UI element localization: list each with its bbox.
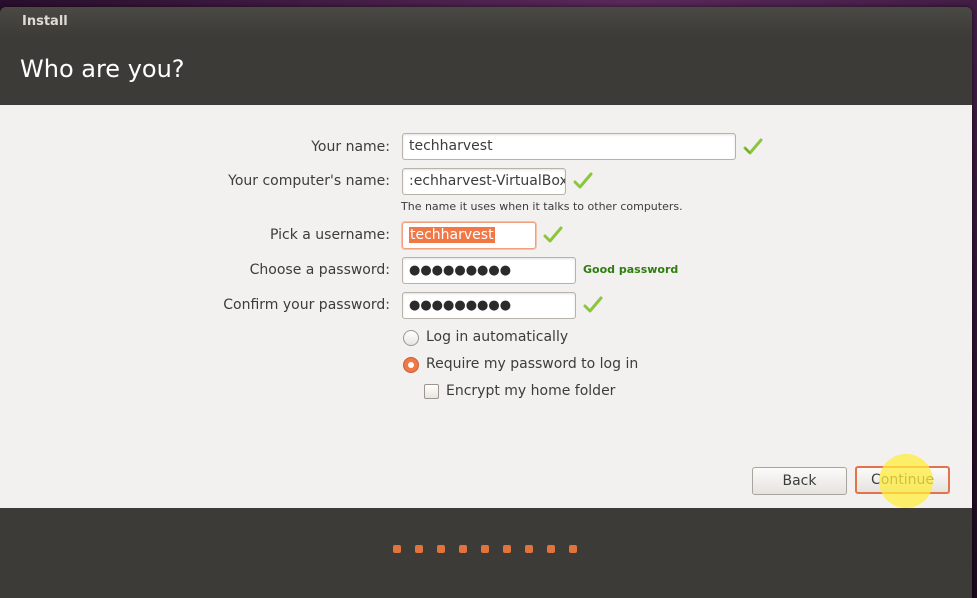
login-automatically-label[interactable]: Log in automatically [426,329,568,345]
username-field[interactable]: techharvest [402,222,536,249]
username-value: techharvest [409,227,495,243]
window-title: Install [0,7,972,37]
progress-step-dot [437,545,445,553]
password-label: Choose a password: [249,262,390,278]
confirm-password-field[interactable]: ●●●●●●●●● [402,292,576,319]
progress-step-dot [503,545,511,553]
encrypt-home-label[interactable]: Encrypt my home folder [446,383,615,399]
progress-step-dot [393,545,401,553]
computer-name-hint: The name it uses when it talks to other … [401,200,683,213]
installer-window: Install Who are you? Your name: techharv… [0,7,972,598]
progress-dots [393,545,577,553]
password-field[interactable]: ●●●●●●●●● [402,257,576,284]
progress-step-dot [459,545,467,553]
your-name-checkmark-icon [743,138,763,155]
progress-footer [0,508,972,598]
computer-name-field[interactable]: :echharvest-VirtualBox [402,168,566,195]
page-title: Who are you? [20,55,185,83]
confirm-password-checkmark-icon [583,296,603,313]
your-name-field[interactable]: techharvest [402,133,736,160]
progress-step-dot [415,545,423,553]
back-button[interactable]: Back [752,467,847,495]
your-name-label: Your name: [311,139,390,155]
require-password-radio[interactable] [403,357,419,373]
progress-step-dot [569,545,577,553]
progress-step-dot [481,545,489,553]
password-strength: Good password [583,263,679,276]
login-automatically-radio[interactable] [403,330,419,346]
encrypt-home-checkbox[interactable] [424,384,439,399]
confirm-password-value: ●●●●●●●●● [409,298,512,313]
confirm-password-label: Confirm your password: [223,297,390,313]
username-checkmark-icon [543,226,563,243]
form-panel: Your name: techharvest Your computer's n… [0,105,972,508]
computer-name-checkmark-icon [573,172,593,189]
progress-step-dot [525,545,533,553]
username-label: Pick a username: [269,227,390,243]
require-password-label[interactable]: Require my password to log in [426,356,638,372]
continue-button[interactable]: Continue [855,466,950,494]
progress-step-dot [547,545,555,553]
computer-name-label: Your computer's name: [228,173,390,189]
password-value: ●●●●●●●●● [409,263,512,278]
